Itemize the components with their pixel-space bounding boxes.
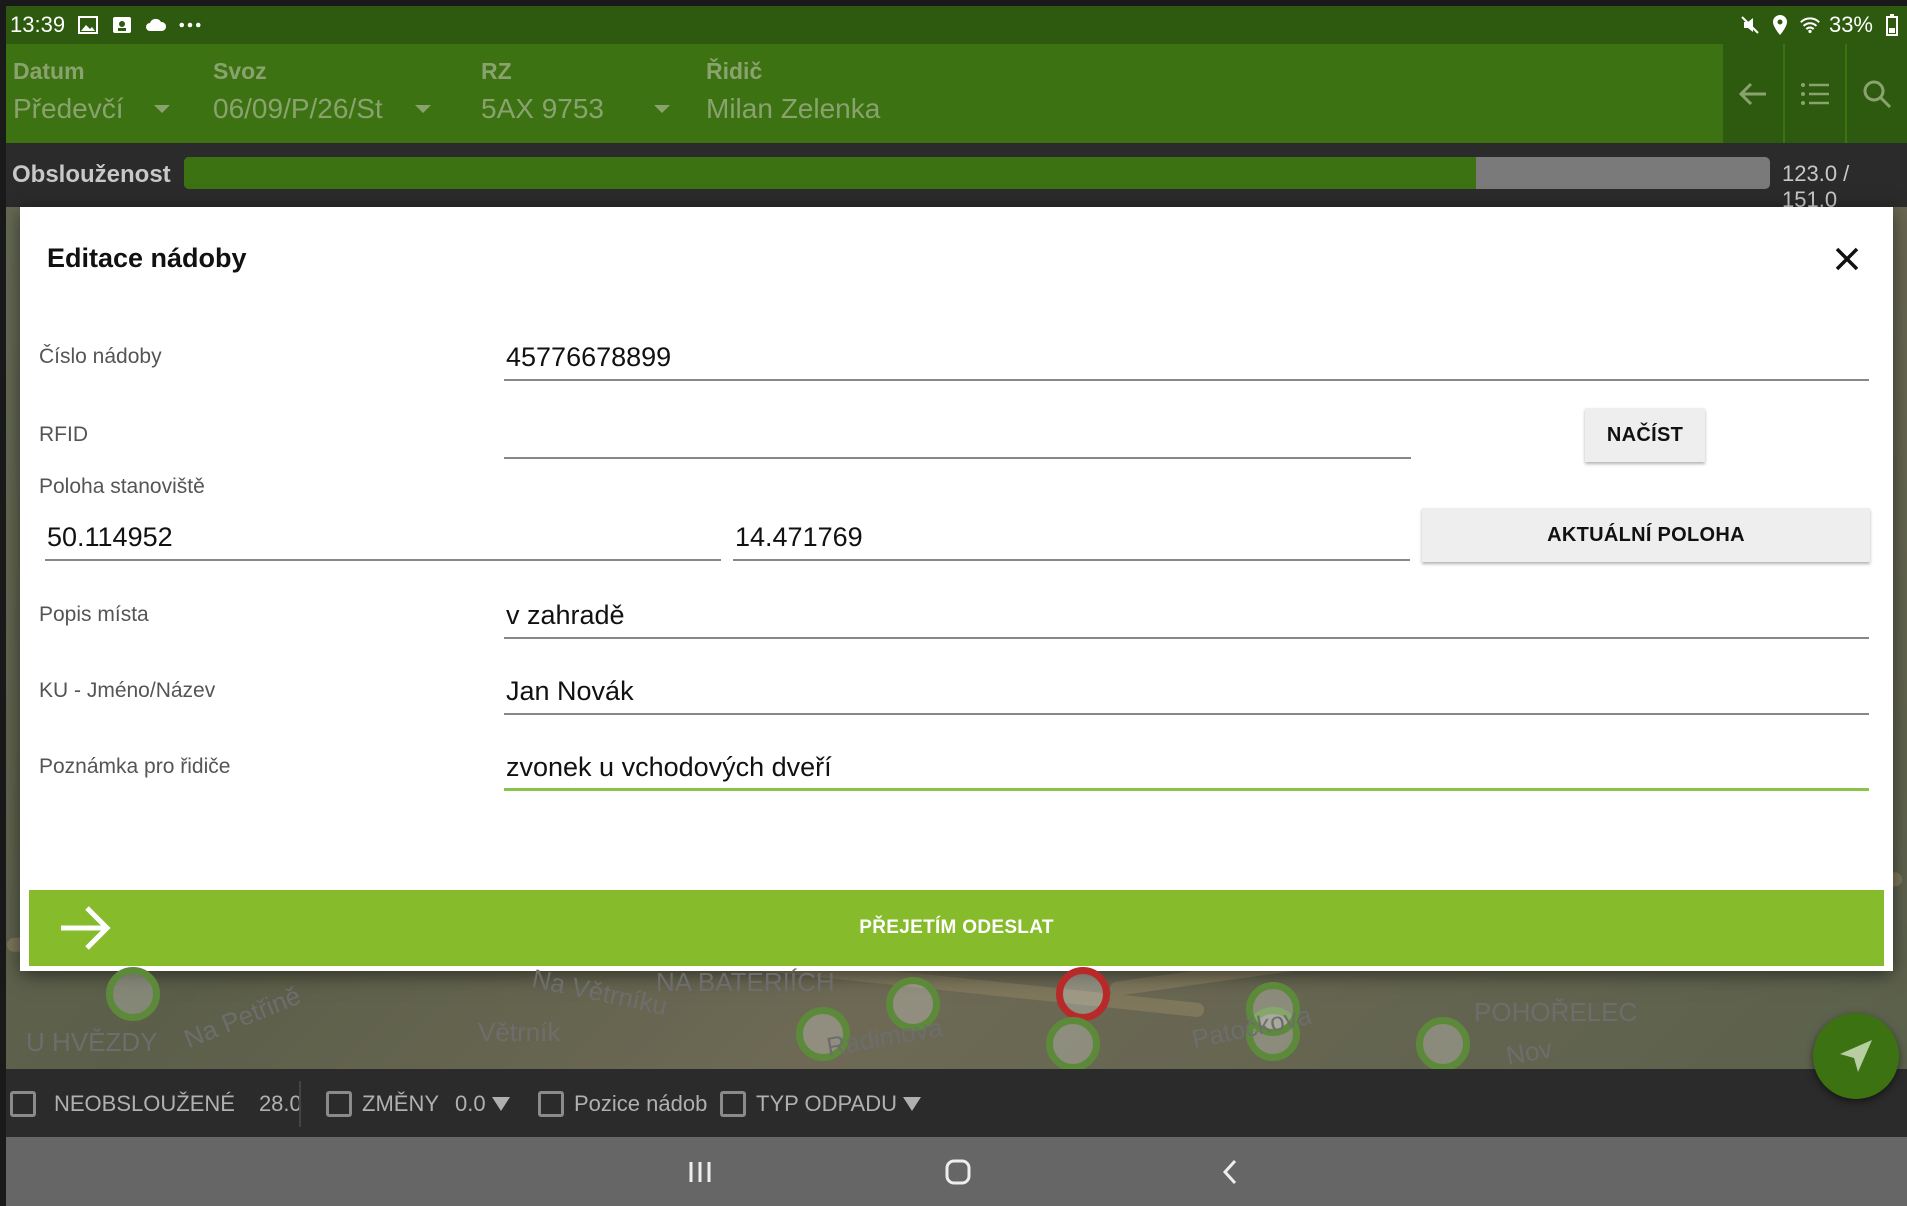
- driver-note-label: Poznámka pro řidiče: [39, 755, 231, 778]
- back-button[interactable]: [1721, 44, 1783, 143]
- svoz-label: Svoz: [213, 58, 267, 84]
- progress-bar: [184, 157, 1770, 189]
- back-arrow-icon: [1738, 82, 1766, 105]
- close-icon: [1835, 247, 1859, 271]
- map-pin[interactable]: [1046, 1017, 1100, 1069]
- filter-container-positions[interactable]: Pozice nádob: [538, 1091, 707, 1117]
- list-icon: [1801, 82, 1829, 105]
- map-label: Větrník: [478, 1017, 561, 1047]
- map-label: POHOŘELEC: [1474, 997, 1638, 1027]
- edit-container-dialog: Editace nádoby Číslo nádoby 45776678899 …: [20, 207, 1893, 971]
- progress-row: Obslouženost 123.0 / 151.0: [6, 143, 1907, 212]
- filter-waste-type[interactable]: TYP ODPADU: [720, 1091, 921, 1117]
- navigate-fab[interactable]: [1813, 1013, 1899, 1099]
- battery-percent: 33%: [1828, 12, 1873, 37]
- app-screen: 13:39 33% Datum Předevčí Svoz 06/09/P/26…: [0, 0, 1907, 1206]
- ridic-label: Řidič: [706, 58, 763, 84]
- customer-name-label: KU - Jméno/Název: [39, 679, 216, 702]
- customer-name-input[interactable]: Jan Novák: [504, 671, 1869, 715]
- divider: [299, 1081, 301, 1127]
- filter-bar: NEOBSLOUŽENÉ 28.0 ZMĚNY 0.0 Pozice nádob…: [6, 1069, 1907, 1137]
- chevron-left-icon: [1222, 1159, 1237, 1185]
- app-bar: Datum Předevčí Svoz 06/09/P/26/St RZ 5AX…: [6, 44, 1907, 143]
- status-bar: 13:39 33%: [6, 6, 1907, 44]
- filter-unserved[interactable]: NEOBSLOUŽENÉ 28.0: [10, 1091, 302, 1117]
- unserved-value: 28.0: [258, 1091, 302, 1116]
- place-description-input[interactable]: v zahradě: [504, 595, 1869, 639]
- load-rfid-button[interactable]: NAČÍST: [1585, 408, 1705, 462]
- svoz-field[interactable]: Svoz 06/09/P/26/St: [213, 58, 431, 125]
- datum-dropdown-icon[interactable]: [153, 105, 170, 113]
- rz-dropdown-icon[interactable]: [654, 105, 670, 113]
- close-button[interactable]: [1827, 239, 1867, 279]
- home-button[interactable]: [938, 1155, 978, 1189]
- ridic-field: Řidič Milan Zelenka: [706, 58, 880, 125]
- progress-text: 123.0 / 151.0: [1782, 161, 1850, 212]
- filter-changes[interactable]: ZMĚNY 0.0: [326, 1091, 510, 1117]
- list-button[interactable]: [1783, 44, 1845, 143]
- waste-type-label: TYP ODPADU: [756, 1091, 897, 1116]
- recent-apps-icon: [689, 1162, 711, 1182]
- current-location-button[interactable]: AKTUÁLNÍ POLOHA: [1422, 508, 1870, 562]
- battery-icon: [1881, 14, 1903, 36]
- positions-checkbox[interactable]: [538, 1091, 564, 1117]
- rz-value: 5AX 9753: [481, 93, 604, 124]
- changes-label: ZMĚNY: [362, 1091, 439, 1116]
- map-pin[interactable]: [106, 967, 160, 1021]
- datum-label: Datum: [13, 58, 85, 84]
- map-label: Na Petřině: [179, 980, 305, 1054]
- unserved-label: NEOBSLOUŽENÉ: [54, 1091, 235, 1116]
- wifi-icon: [1799, 15, 1821, 35]
- svoz-dropdown-icon[interactable]: [414, 105, 431, 113]
- longitude-input[interactable]: 14.471769: [733, 517, 1410, 561]
- ridic-value: Milan Zelenka: [706, 93, 881, 124]
- map-label: Na Větrníku: [529, 963, 671, 1021]
- progress-label: Obslouženost: [12, 161, 171, 188]
- positions-label: Pozice nádob: [574, 1091, 708, 1116]
- location-label: Poloha stanoviště: [39, 475, 205, 498]
- map-pin[interactable]: [1416, 1017, 1470, 1069]
- rfid-label: RFID: [39, 423, 88, 446]
- map-label: U HVĚZDY: [26, 1027, 158, 1057]
- location-icon: [1769, 15, 1791, 35]
- waste-type-checkbox[interactable]: [720, 1091, 746, 1117]
- latitude-input[interactable]: 50.114952: [45, 517, 721, 561]
- rfid-input[interactable]: [504, 415, 1411, 459]
- datum-value: Předevčí: [13, 93, 124, 124]
- arrow-right-icon: [61, 906, 111, 950]
- calendar-user-icon: [111, 15, 133, 35]
- place-description-label: Popis místa: [39, 603, 149, 626]
- home-icon: [945, 1159, 971, 1185]
- map-label: NA BATERIÍCH: [656, 967, 835, 997]
- status-time: 13:39: [10, 12, 66, 37]
- system-nav-bar: [6, 1137, 1907, 1206]
- rz-field[interactable]: RZ 5AX 9753: [481, 58, 670, 125]
- rz-label: RZ: [481, 58, 512, 84]
- search-icon: [1863, 80, 1892, 108]
- swipe-submit-label: PŘEJETÍM ODESLAT: [859, 917, 1054, 938]
- swipe-submit-button[interactable]: PŘEJETÍM ODESLAT: [29, 890, 1884, 966]
- svoz-value: 06/09/P/26/St: [213, 93, 383, 124]
- driver-note-input[interactable]: zvonek u vchodových dveří: [504, 747, 1869, 791]
- unserved-checkbox[interactable]: [10, 1091, 36, 1117]
- system-back-button[interactable]: [1210, 1155, 1250, 1189]
- search-button[interactable]: [1845, 44, 1907, 143]
- gallery-icon: [77, 15, 99, 35]
- navigation-arrow-icon: [1840, 1040, 1872, 1072]
- container-number-label: Číslo nádoby: [39, 345, 162, 368]
- datum-field[interactable]: Datum Předevčí: [13, 58, 170, 125]
- dialog-title: Editace nádoby: [47, 243, 247, 273]
- map-label: Nov: [1503, 1033, 1555, 1069]
- mute-icon: [1739, 15, 1761, 35]
- container-number-input[interactable]: 45776678899: [504, 337, 1869, 381]
- changes-checkbox[interactable]: [326, 1091, 352, 1117]
- progress-bar-fill: [184, 157, 1476, 189]
- waste-type-dropdown-icon[interactable]: [903, 1097, 921, 1111]
- cloud-icon: [145, 15, 167, 35]
- changes-dropdown-icon[interactable]: [491, 1097, 510, 1111]
- map-pin[interactable]: [1056, 967, 1110, 1021]
- changes-value: 0.0: [455, 1091, 486, 1116]
- recent-apps-button[interactable]: [680, 1155, 720, 1189]
- more-dots-icon: [179, 15, 201, 35]
